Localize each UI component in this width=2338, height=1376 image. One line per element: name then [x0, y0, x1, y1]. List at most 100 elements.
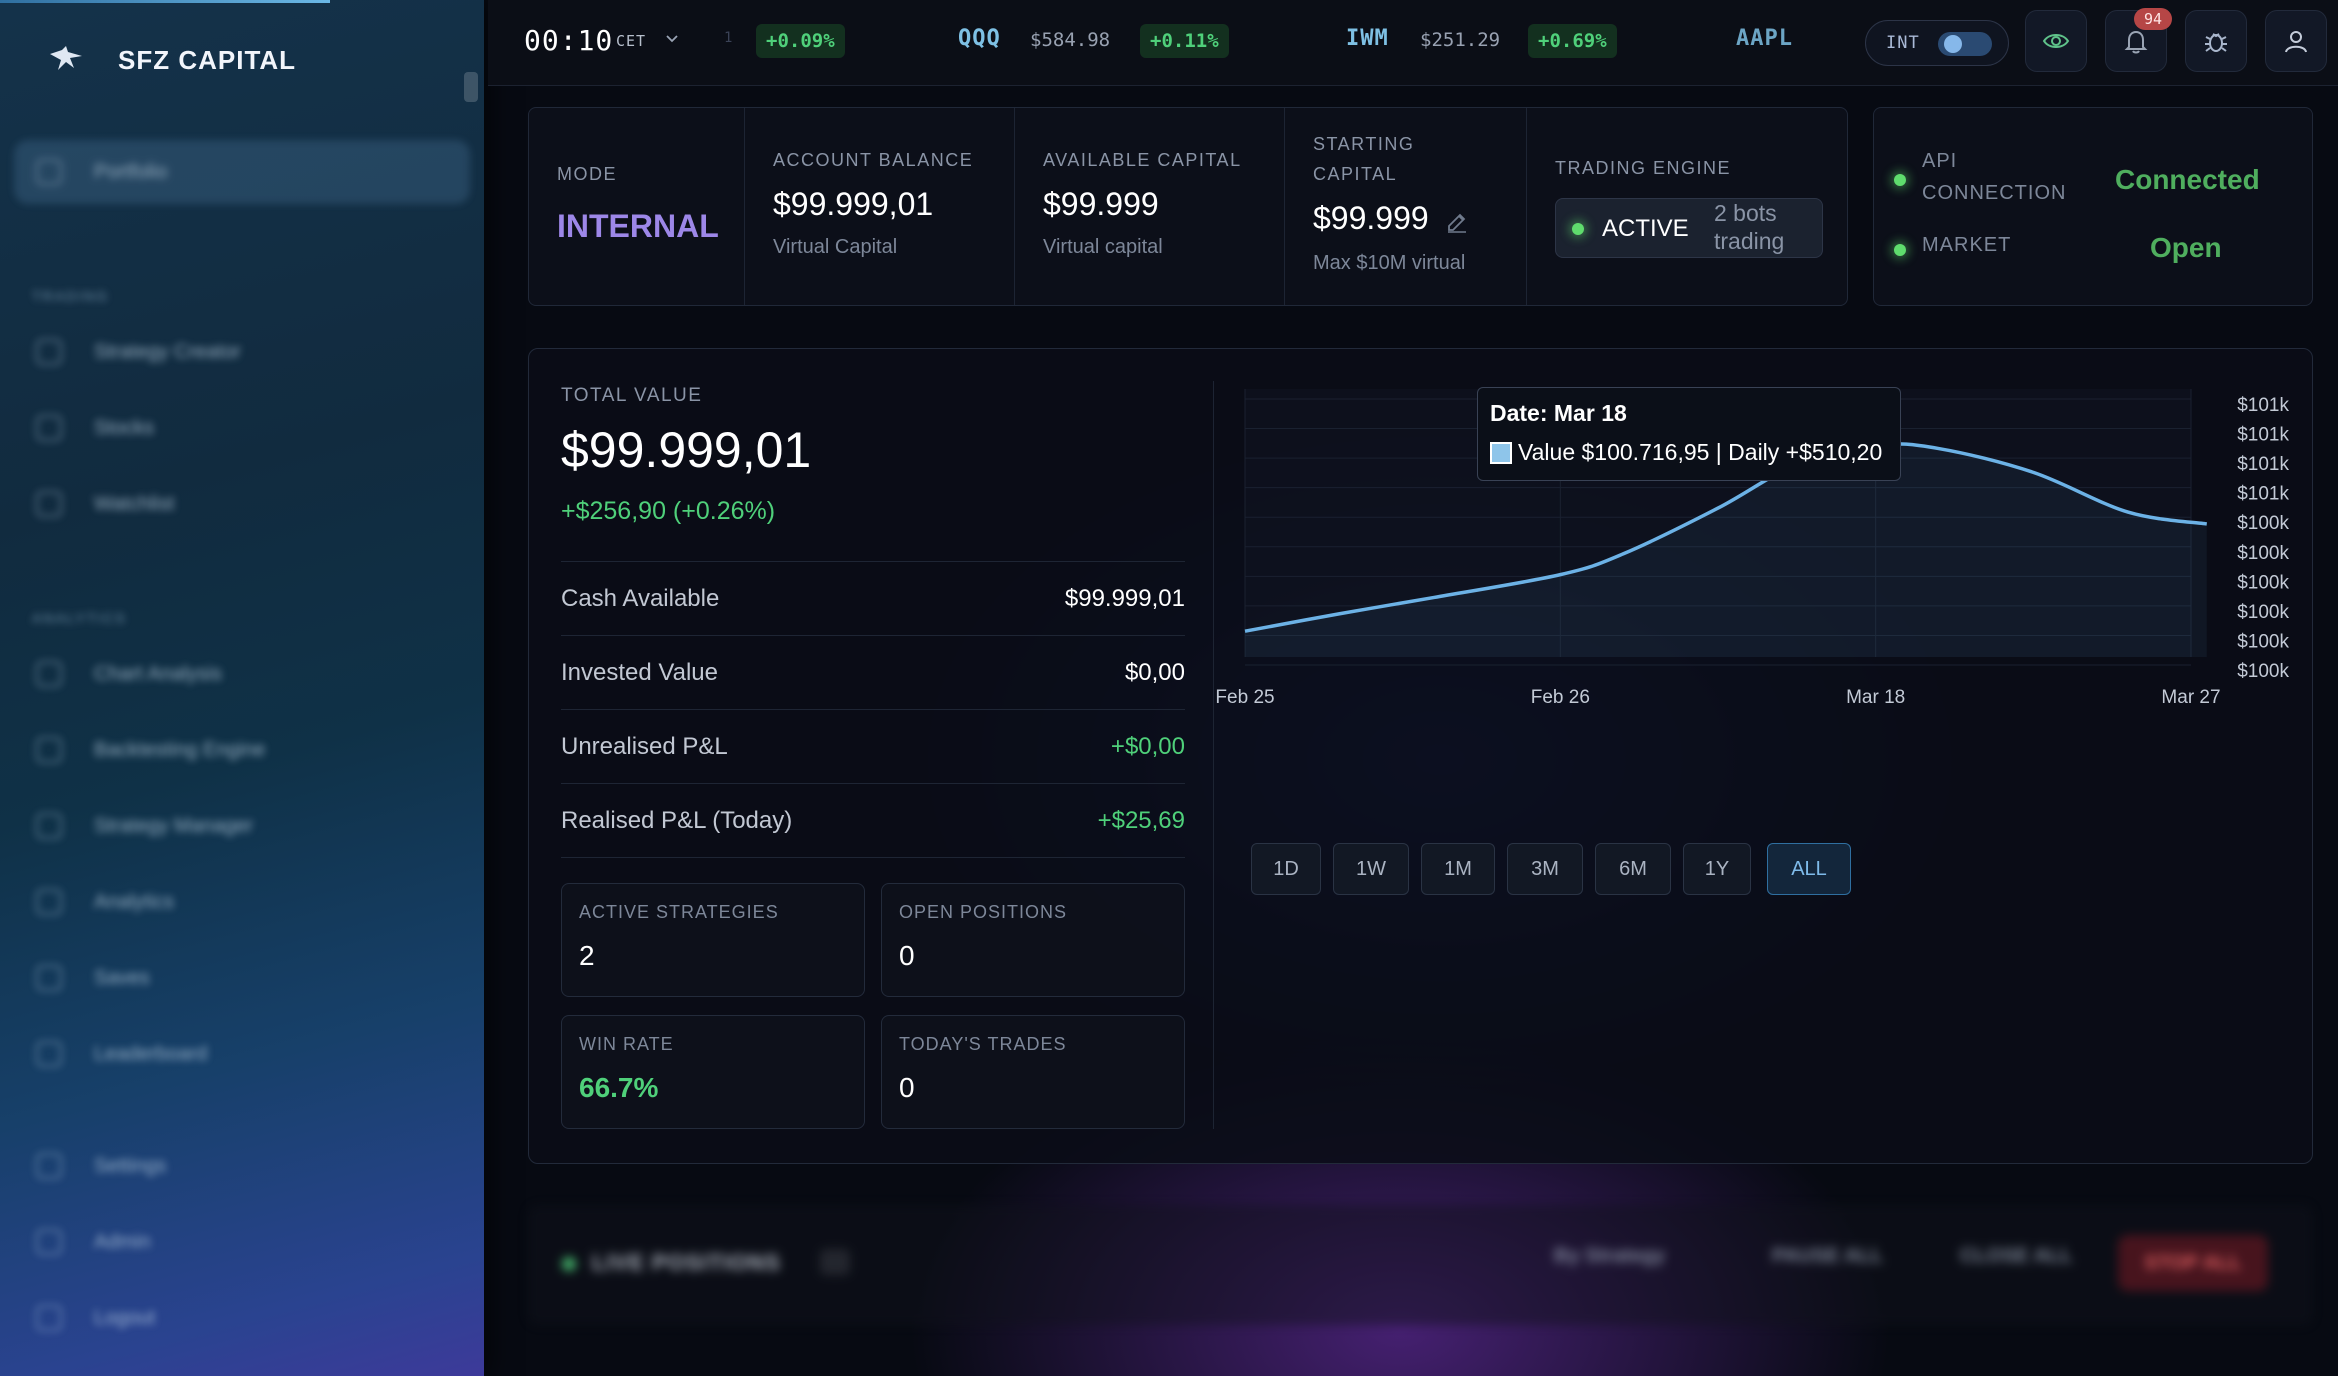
- range-button-1y[interactable]: 1Y: [1683, 843, 1751, 895]
- account-stats: MODE INTERNAL ACCOUNT BALANCE $99.999,01…: [528, 107, 1848, 306]
- live-positions-panel: LIVE POSITIONS By Strategy PAUSE ALL CLO…: [528, 1205, 2313, 1376]
- row-label: Cash Available: [561, 584, 720, 612]
- y-tick-label: $101k: [2237, 484, 2289, 505]
- tile-label: ACTIVE STRATEGIES: [579, 902, 779, 922]
- engine-status: ACTIVE 2 bots trading: [1555, 198, 1823, 258]
- total-value-label: TOTAL VALUE: [561, 385, 703, 406]
- ticker-symbol[interactable]: AAPL: [1736, 26, 1793, 51]
- sidebar-item-analytics[interactable]: Analytics: [14, 870, 470, 934]
- sidebar-item-portfolio[interactable]: Portfolio: [14, 140, 470, 204]
- market-status: Open: [2150, 232, 2222, 263]
- stat-label: CAPITAL: [1313, 164, 1398, 184]
- range-button-1d[interactable]: 1D: [1251, 843, 1321, 895]
- sidebar-item-settings[interactable]: Settings: [14, 1134, 470, 1198]
- ticker-symbol[interactable]: IWM: [1346, 26, 1389, 51]
- sidebar-item-admin[interactable]: Admin: [14, 1210, 470, 1274]
- portfolio-row: Cash Available $99.999,01: [561, 561, 1185, 635]
- sidebar-item-chart-analysis[interactable]: Chart Analysis: [14, 642, 470, 706]
- by-strategy-button[interactable]: By Strategy: [1554, 1245, 1665, 1281]
- sidebar-item-backtesting-engine[interactable]: Backtesting Engine: [14, 718, 470, 782]
- range-button-1w[interactable]: 1W: [1333, 843, 1409, 895]
- brand[interactable]: SFZ CAPITAL: [48, 44, 296, 76]
- row-value: +$0,00: [1110, 732, 1185, 760]
- conn-label: CONNECTION: [1922, 182, 2067, 204]
- tile-value: 66.7%: [579, 1072, 659, 1103]
- row-label: Realised P&L (Today): [561, 806, 793, 834]
- row-label: Unrealised P&L: [561, 732, 728, 760]
- row-value: +$25,69: [1097, 806, 1185, 834]
- sidebar-section-analytics: ANALYTICS: [32, 610, 127, 626]
- stat-label: MODE: [557, 164, 617, 184]
- edit-icon[interactable]: [1445, 210, 1469, 234]
- y-tick-label: $101k: [2237, 425, 2289, 446]
- sliders-icon: [36, 813, 62, 839]
- sidebar-item-label: Admin: [94, 1230, 151, 1253]
- sidebar-item-label: Leaderboard: [94, 1042, 208, 1065]
- sidebar-item-saves[interactable]: Saves: [14, 946, 470, 1010]
- pause-all-button[interactable]: PAUSE ALL: [1772, 1245, 1883, 1281]
- sidebar-item-label: Watchlist: [94, 492, 175, 515]
- stat-label: STARTING: [1313, 134, 1415, 154]
- range-button-3m[interactable]: 3M: [1507, 843, 1583, 895]
- chevron-down-icon[interactable]: [664, 30, 680, 46]
- sidebar-collapse-handle[interactable]: [464, 72, 478, 102]
- clock: 00:10: [524, 24, 614, 57]
- divider: [1213, 381, 1214, 1129]
- ticker-symbol[interactable]: QQQ: [958, 26, 1001, 51]
- mode-toggle[interactable]: INT: [1865, 20, 2009, 66]
- sidebar-item-label: Portfolio: [94, 160, 168, 183]
- y-tick-label: $101k: [2237, 395, 2289, 416]
- trophy-icon: [36, 1041, 62, 1067]
- y-tick-label: $100k: [2237, 572, 2289, 593]
- sidebar-item-logout[interactable]: Logout: [14, 1286, 470, 1350]
- stop-all-button[interactable]: STOP ALL: [2118, 1235, 2268, 1291]
- ticker-change: +0.69%: [1528, 24, 1617, 58]
- sidebar: SFZ CAPITAL Portfolio TRADING Strategy C…: [0, 0, 484, 1376]
- timezone-selector[interactable]: CET: [616, 32, 646, 50]
- sidebar-item-strategy-manager[interactable]: Strategy Manager: [14, 794, 470, 858]
- sidebar-item-label: Stocks: [94, 416, 155, 439]
- eagle-logo-icon: [50, 46, 82, 70]
- mode-toggle-label: INT: [1886, 33, 1920, 53]
- ticker-separator: 1: [724, 30, 733, 46]
- x-tick-label: Feb 26: [1531, 687, 1590, 708]
- engine-bots-count: 2 bots: [1714, 200, 1777, 226]
- sidebar-item-watchlist[interactable]: Watchlist: [14, 472, 470, 536]
- engine-bots-suffix: trading: [1714, 228, 1785, 254]
- sidebar-item-strategy-creator[interactable]: Strategy Creator: [14, 320, 470, 384]
- sidebar-item-stocks[interactable]: Stocks: [14, 396, 470, 460]
- range-button-6m[interactable]: 6M: [1595, 843, 1671, 895]
- stat-trading-engine: TRADING ENGINE ACTIVE 2 bots trading: [1527, 108, 1849, 305]
- row-value: $0,00: [1124, 658, 1185, 686]
- stat-value: INTERNAL: [557, 208, 719, 244]
- sidebar-item-leaderboard[interactable]: Leaderboard: [14, 1022, 470, 1086]
- stat-account-balance: ACCOUNT BALANCE $99.999,01 Virtual Capit…: [745, 108, 1015, 305]
- profile-button[interactable]: [2265, 10, 2327, 72]
- sidebar-item-label: Logout: [94, 1306, 156, 1329]
- y-tick-label: $101k: [2237, 454, 2289, 475]
- toggle-knob: [1944, 35, 1962, 53]
- stat-sub: Virtual capital: [1043, 236, 1163, 258]
- y-tick-label: $100k: [2237, 661, 2289, 682]
- range-button-1m[interactable]: 1M: [1421, 843, 1495, 895]
- eye-icon: [36, 491, 62, 517]
- visibility-button[interactable]: [2025, 10, 2087, 72]
- toggle-switch[interactable]: [1938, 32, 1992, 56]
- debug-button[interactable]: [2185, 10, 2247, 72]
- ticker-bar: 00:10 CET 1 +0.09% QQQ $584.98 +0.11% IW…: [488, 0, 2338, 86]
- sidebar-accent-line: [0, 0, 330, 3]
- status-dot: [1894, 244, 1906, 256]
- trend-icon: [36, 415, 62, 441]
- tile-label: TODAY'S TRADES: [899, 1034, 1067, 1054]
- range-button-all[interactable]: ALL: [1767, 843, 1851, 895]
- ticker-change: +0.11%: [1140, 24, 1229, 58]
- stat-tile-active-strategies: ACTIVE STRATEGIES 2: [561, 883, 865, 997]
- close-all-button[interactable]: CLOSE ALL: [1960, 1245, 2073, 1281]
- stat-tile-todays-trades: TODAY'S TRADES 0: [881, 1015, 1185, 1129]
- status-dot: [1894, 174, 1906, 186]
- tooltip-title: Date: Mar 18: [1490, 400, 1627, 426]
- bug-icon: [2205, 33, 2227, 52]
- tooltip-swatch: [1490, 441, 1512, 464]
- tile-value: 0: [899, 1072, 915, 1103]
- clock-icon: [36, 737, 62, 763]
